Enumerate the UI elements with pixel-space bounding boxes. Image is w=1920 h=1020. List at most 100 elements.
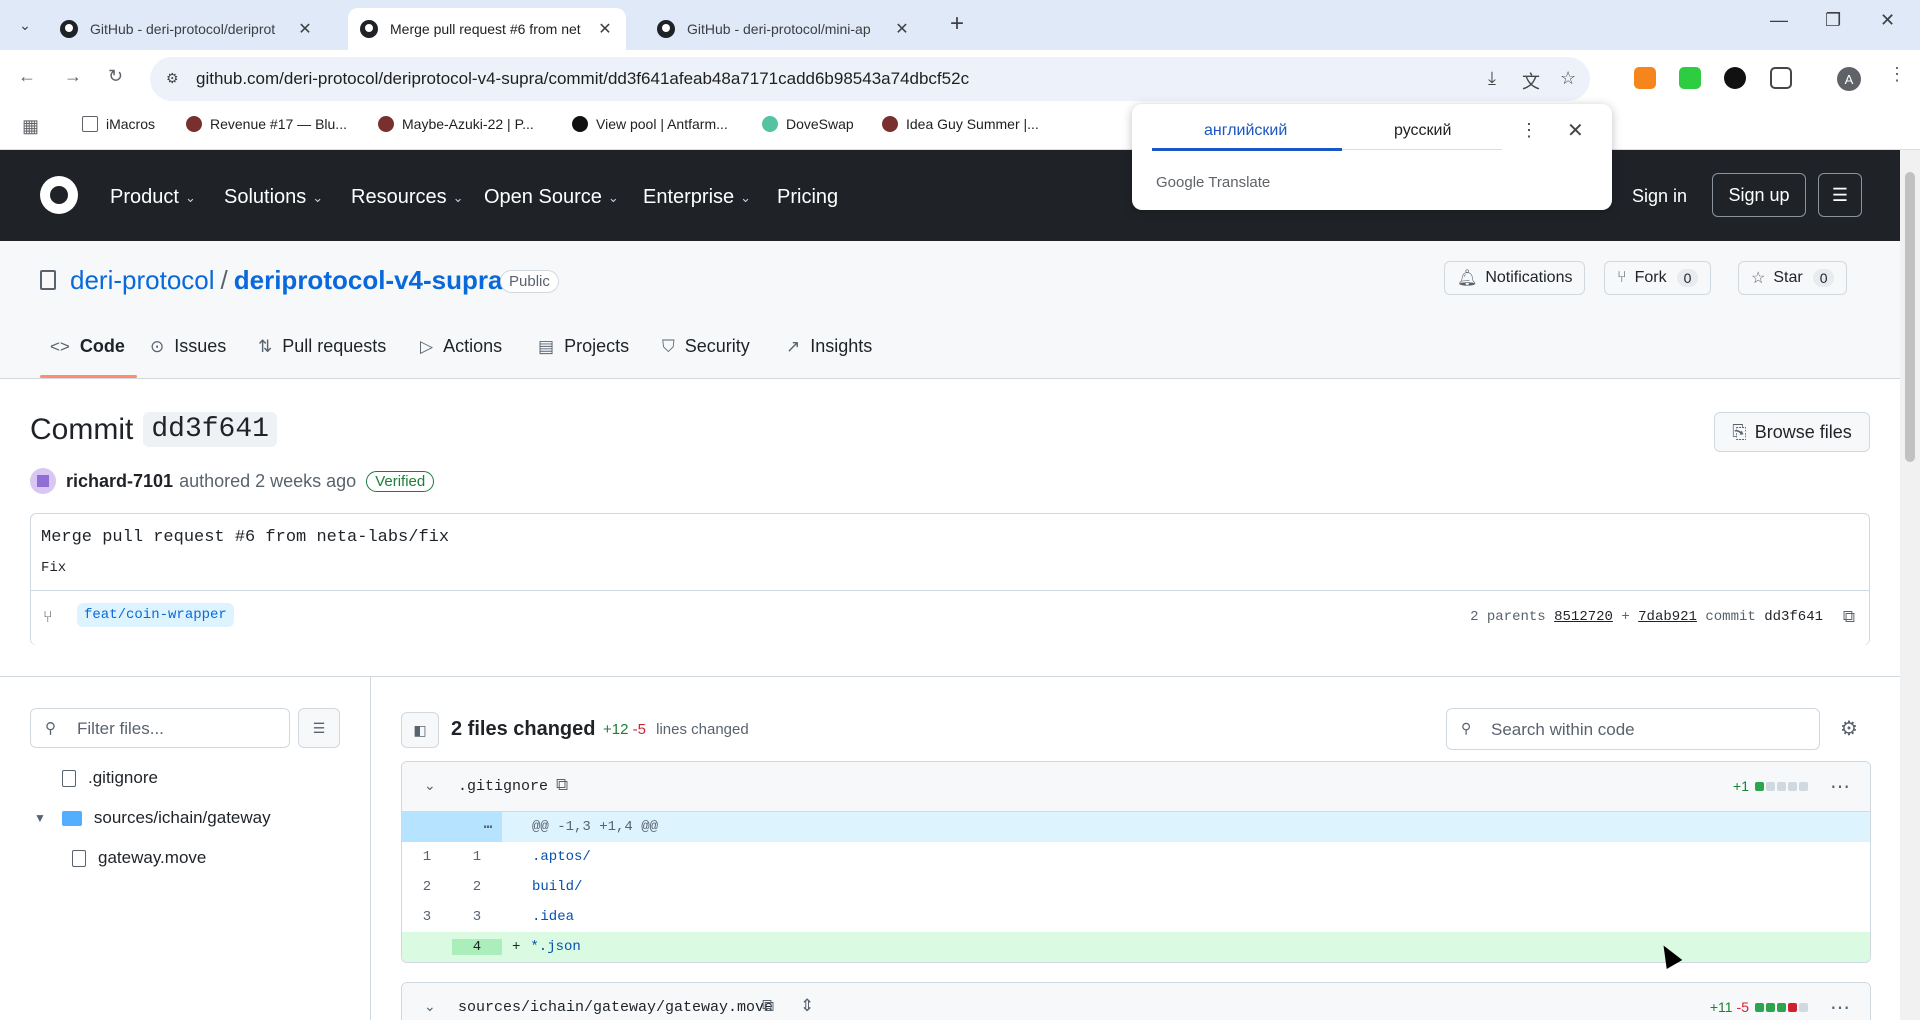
page-scrollbar[interactable] <box>1900 150 1920 1020</box>
tab-search-chevron-icon[interactable]: ⌄ <box>12 12 38 38</box>
extension-green-icon[interactable] <box>1679 67 1701 89</box>
close-tab-icon[interactable]: ✕ <box>596 19 614 39</box>
close-tab-icon[interactable]: ✕ <box>893 19 911 39</box>
nav-solutions[interactable]: Solutions ⌄ <box>224 186 323 209</box>
nav-pricing[interactable]: Pricing <box>777 186 838 209</box>
translate-icon[interactable]: 文 <box>1522 68 1540 94</box>
new-line-number[interactable]: 2 <box>452 879 502 895</box>
branch-label[interactable]: feat/coin-wrapper <box>77 603 234 627</box>
tab-security[interactable]: ⛉ Security <box>662 336 750 357</box>
repo-name-link[interactable]: deriprotocol-v4-supra <box>234 265 503 295</box>
apps-grid-icon[interactable]: ▦ <box>22 116 39 137</box>
github-logo-icon[interactable] <box>40 176 78 214</box>
old-line-number[interactable]: 1 <box>402 849 452 865</box>
browser-tab-2[interactable]: Merge pull request #6 from net ✕ <box>348 8 626 50</box>
restore-icon[interactable]: ❐ <box>1825 10 1841 31</box>
tree-item-folder[interactable]: ▼ sources/ichain/gateway <box>34 808 271 828</box>
bookmark-revenue[interactable]: Revenue #17 — Blu... <box>186 116 347 132</box>
star-label: Star <box>1773 269 1803 286</box>
hunk-text: @@ -1,3 +1,4 @@ <box>532 819 659 835</box>
back-icon[interactable]: ← <box>18 66 36 87</box>
star-button[interactable]: ☆ Star 0 <box>1738 261 1848 295</box>
profile-avatar[interactable]: A <box>1837 67 1861 91</box>
new-line-number[interactable]: 3 <box>452 909 502 925</box>
bookmark-imacros[interactable]: iMacros <box>82 116 155 132</box>
extension-dark-icon[interactable] <box>1724 67 1746 89</box>
filter-options-icon[interactable]: ☰ <box>298 708 340 748</box>
tab-code[interactable]: <> Code <box>50 336 125 357</box>
chevron-down-icon[interactable]: ⌄ <box>424 777 436 794</box>
nav-enterprise[interactable]: Enterprise ⌄ <box>643 186 751 209</box>
old-line-number[interactable]: 2 <box>402 879 452 895</box>
translate-target-tab[interactable]: русский <box>1394 122 1451 140</box>
address-bar[interactable]: ⚙ github.com/deri-protocol/deriprotocol-… <box>150 57 1590 101</box>
diff-file-name[interactable]: sources/ichain/gateway/gateway.move <box>458 999 773 1016</box>
diff-file-name[interactable]: .gitignore <box>458 778 548 795</box>
new-line-number[interactable]: 1 <box>452 849 502 865</box>
fork-button[interactable]: ⑂ Fork 0 <box>1604 261 1712 295</box>
browse-files-button[interactable]: ⎘ Browse files <box>1714 412 1870 452</box>
parent-sha-link[interactable]: 8512720 <box>1554 609 1613 625</box>
repo-owner-link[interactable]: deri-protocol <box>70 265 215 295</box>
browser-tab-1[interactable]: GitHub - deri-protocol/deriprot ✕ <box>48 8 326 50</box>
search-within-code-input[interactable]: ⚲ Search within code <box>1446 708 1820 750</box>
old-line-number[interactable]: 3 <box>402 909 452 925</box>
tree-item-gitignore[interactable]: .gitignore <box>62 768 158 788</box>
github-favicon-icon <box>360 20 378 38</box>
gear-icon[interactable]: ⚙ <box>1840 716 1858 741</box>
metamask-extension-icon[interactable] <box>1634 67 1656 89</box>
new-tab-icon[interactable]: + <box>950 10 964 38</box>
reload-icon[interactable]: ↻ <box>108 66 123 87</box>
extensions-puzzle-icon[interactable] <box>1770 67 1792 89</box>
tab-projects[interactable]: ▤ Projects <box>538 336 629 357</box>
more-options-icon[interactable]: ⋮ <box>1520 120 1538 141</box>
bookmark-idea-guy[interactable]: Idea Guy Summer |... <box>882 116 1039 132</box>
author-link[interactable]: richard-7101 <box>66 471 173 492</box>
copy-icon[interactable]: ⧉ <box>762 996 774 1016</box>
tab-issues[interactable]: ⊙ Issues <box>150 336 226 357</box>
minimize-icon[interactable]: — <box>1770 10 1788 31</box>
site-info-icon[interactable]: ⚙ <box>166 70 184 88</box>
sign-up-button[interactable]: Sign up <box>1712 173 1806 217</box>
sign-in-link[interactable]: Sign in <box>1632 186 1687 207</box>
chevron-down-icon[interactable]: ⌄ <box>424 998 436 1015</box>
bookmark-antfarm[interactable]: View pool | Antfarm... <box>572 116 728 132</box>
close-icon[interactable]: ✕ <box>1567 118 1584 143</box>
kebab-icon[interactable]: ⋯ <box>1830 774 1850 799</box>
forward-icon[interactable]: → <box>64 66 82 87</box>
tab-pull-requests[interactable]: ⇅ Pull requests <box>258 336 386 357</box>
kebab-icon[interactable]: ⋯ <box>1830 995 1850 1020</box>
filter-files-input[interactable]: ⚲ Filter files... <box>30 708 290 748</box>
bookmark-maybe-azuki[interactable]: Maybe-Azuki-22 | P... <box>378 116 534 132</box>
browser-tab-3[interactable]: GitHub - deri-protocol/mini-ap ✕ <box>645 8 923 50</box>
url-text[interactable]: github.com/deri-protocol/deriprotocol-v4… <box>196 69 969 89</box>
nav-product[interactable]: Product ⌄ <box>110 186 196 209</box>
nav-open-source[interactable]: Open Source ⌄ <box>484 186 619 209</box>
notifications-button[interactable]: 🔔︎ Notifications <box>1444 261 1586 295</box>
diffstat-blocks <box>1755 1002 1810 1012</box>
install-app-icon[interactable]: ⤓ <box>1488 68 1496 89</box>
parent-sha-link[interactable]: 7dab921 <box>1638 609 1697 625</box>
new-line-number[interactable]: 4 <box>452 939 502 955</box>
copy-icon[interactable]: ⧉ <box>556 775 568 795</box>
sliders-icon[interactable]: ☰ <box>1818 173 1862 217</box>
verified-badge[interactable]: Verified <box>366 470 435 492</box>
close-window-icon[interactable]: ✕ <box>1880 10 1895 31</box>
unfold-icon[interactable]: ⇕ <box>800 996 814 1016</box>
tab-actions[interactable]: ▷ Actions <box>420 336 502 357</box>
nav-resources[interactable]: Resources ⌄ <box>351 186 464 209</box>
copy-icon[interactable]: ⧉ <box>1843 607 1855 627</box>
translate-source-tab[interactable]: английский <box>1204 122 1287 140</box>
tab-insights[interactable]: ↗ Insights <box>786 336 872 357</box>
bookmark-doveswap[interactable]: DoveSwap <box>762 116 854 132</box>
scrollbar-thumb[interactable] <box>1905 172 1915 462</box>
bookmark-star-icon[interactable]: ☆ <box>1560 68 1576 89</box>
github-favicon-icon <box>60 20 78 38</box>
avatar[interactable] <box>30 468 56 494</box>
sidebar-toggle-icon[interactable]: ◧ <box>401 712 439 748</box>
browser-menu-icon[interactable]: ⋮ <box>1888 64 1906 85</box>
close-tab-icon[interactable]: ✕ <box>296 19 314 39</box>
expand-icon[interactable]: ⋯ <box>402 812 502 842</box>
tree-item-gateway-move[interactable]: gateway.move <box>72 848 206 868</box>
chevron-down-icon[interactable]: ▼ <box>34 811 46 825</box>
